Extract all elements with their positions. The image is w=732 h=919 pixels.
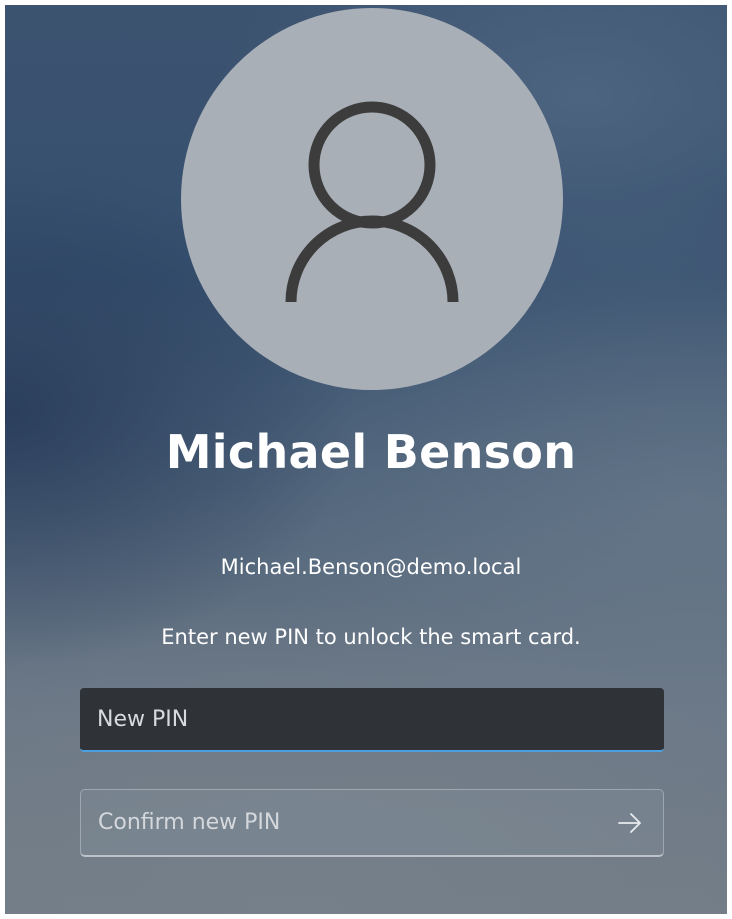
person-icon	[285, 101, 459, 303]
sign-in-screen: Michael Benson Michael.Benson@demo.local…	[5, 5, 727, 914]
new-pin-field[interactable]	[80, 688, 664, 752]
confirm-pin-field[interactable]	[80, 789, 664, 857]
new-pin-input[interactable]	[80, 688, 664, 750]
arrow-right-icon	[618, 813, 641, 833]
submit-button[interactable]	[611, 804, 649, 842]
user-email: Michael.Benson@demo.local	[220, 555, 522, 579]
pin-instruction: Enter new PIN to unlock the smart card.	[161, 625, 581, 649]
confirm-pin-input[interactable]	[81, 790, 591, 855]
user-avatar	[181, 8, 563, 390]
user-name: Michael Benson	[165, 425, 577, 479]
